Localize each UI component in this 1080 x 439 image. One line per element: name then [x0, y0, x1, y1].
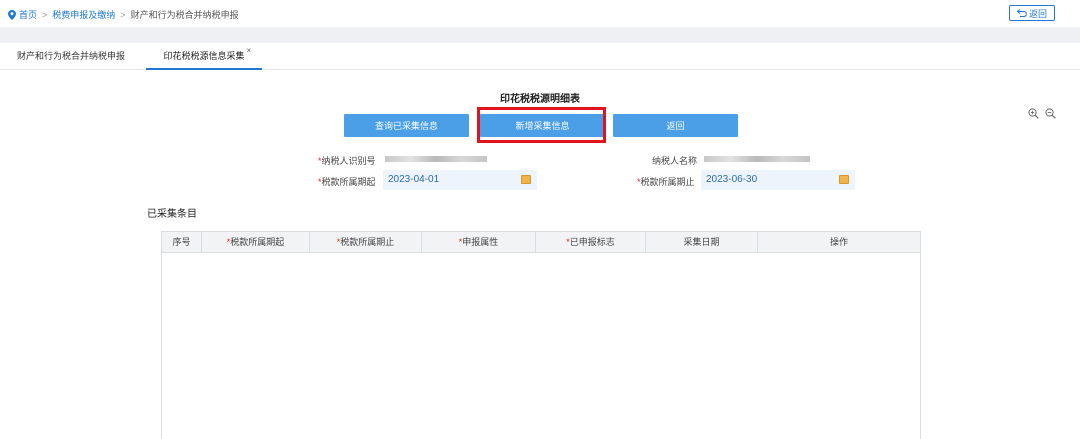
column-header-actions: 操作: [829, 237, 848, 247]
period-start-date-field[interactable]: 2023-04-01: [383, 170, 537, 190]
query-collected-button[interactable]: 查询已采集信息: [344, 114, 469, 137]
calendar-icon[interactable]: [521, 175, 531, 184]
breadcrumb-separator: >: [120, 9, 126, 20]
column-header-period-end: *税款所属期止: [310, 232, 422, 252]
tab-close-icon[interactable]: ×: [247, 37, 252, 64]
tab-label: 印花税税源信息采集: [163, 51, 245, 61]
back-button[interactable]: 返回: [613, 114, 738, 137]
tab-combined-tax-declaration[interactable]: 财产和行为税合并纳税申报: [17, 43, 125, 70]
column-header-collection-date: 采集日期: [646, 232, 758, 252]
top-back-label: 返回: [1028, 8, 1047, 19]
tab-stamp-tax-collection[interactable]: 印花税税源信息采集 ×: [146, 43, 262, 70]
breadcrumb-tax-filing[interactable]: 税费申报及缴纳: [52, 8, 115, 21]
period-end-date-field[interactable]: 2023-06-30: [701, 170, 855, 190]
collected-entries-title: 已采集条目: [147, 209, 197, 220]
taxpayer-id-value-redacted: [385, 156, 487, 162]
column-header-period-start: *税款所属期起: [202, 232, 310, 252]
column-header-filing-attribute: *申报属性: [422, 232, 536, 252]
breadcrumb-separator: >: [42, 9, 48, 20]
breadcrumb-current: 财产和行为税合并纳税申报: [130, 10, 239, 20]
table-header: 序号 *税款所属期起 *税款所属期止 *申报属性 *已申报标志 采集日期 操作: [162, 232, 920, 253]
breadcrumb-home[interactable]: 首页: [19, 8, 37, 21]
back-arrow-icon: [1016, 9, 1027, 17]
tab-label: 财产和行为税合并纳税申报: [17, 51, 126, 61]
breadcrumb: 首页 > 税费申报及缴纳 > 财产和行为税合并纳税申报: [8, 8, 239, 21]
calendar-icon[interactable]: [839, 175, 849, 184]
breadcrumb-bar: 首页 > 税费申报及缴纳 > 财产和行为税合并纳税申报 返回: [0, 0, 1080, 27]
zoom-in-icon[interactable]: [1028, 108, 1039, 119]
tab-bar: 财产和行为税合并纳税申报 印花税税源信息采集 ×: [0, 43, 1080, 70]
top-back-button[interactable]: 返回: [1009, 5, 1055, 21]
taxpayer-id-label: *纳税人识别号: [318, 156, 376, 166]
period-start-value: 2023-04-01: [388, 174, 440, 185]
header-divider: [0, 27, 1080, 43]
location-pin-icon: [8, 9, 16, 20]
taxpayer-name-value-redacted: [704, 156, 810, 162]
period-end-label: *税款所属期止: [637, 177, 695, 187]
period-end-value: 2023-06-30: [706, 174, 758, 185]
zoom-controls: [1028, 108, 1056, 119]
taxpayer-name-label: 纳税人名称: [652, 156, 698, 166]
column-header-filed-flag: *已申报标志: [536, 232, 646, 252]
highlight-box: [477, 107, 606, 143]
period-start-label: *税款所属期起: [318, 177, 376, 187]
column-header-index: 序号: [162, 232, 202, 252]
form-title: 印花税税源明细表: [500, 94, 580, 105]
zoom-out-icon[interactable]: [1045, 108, 1056, 119]
collected-entries-table: 序号 *税款所属期起 *税款所属期止 *申报属性 *已申报标志 采集日期 操作: [161, 231, 921, 439]
